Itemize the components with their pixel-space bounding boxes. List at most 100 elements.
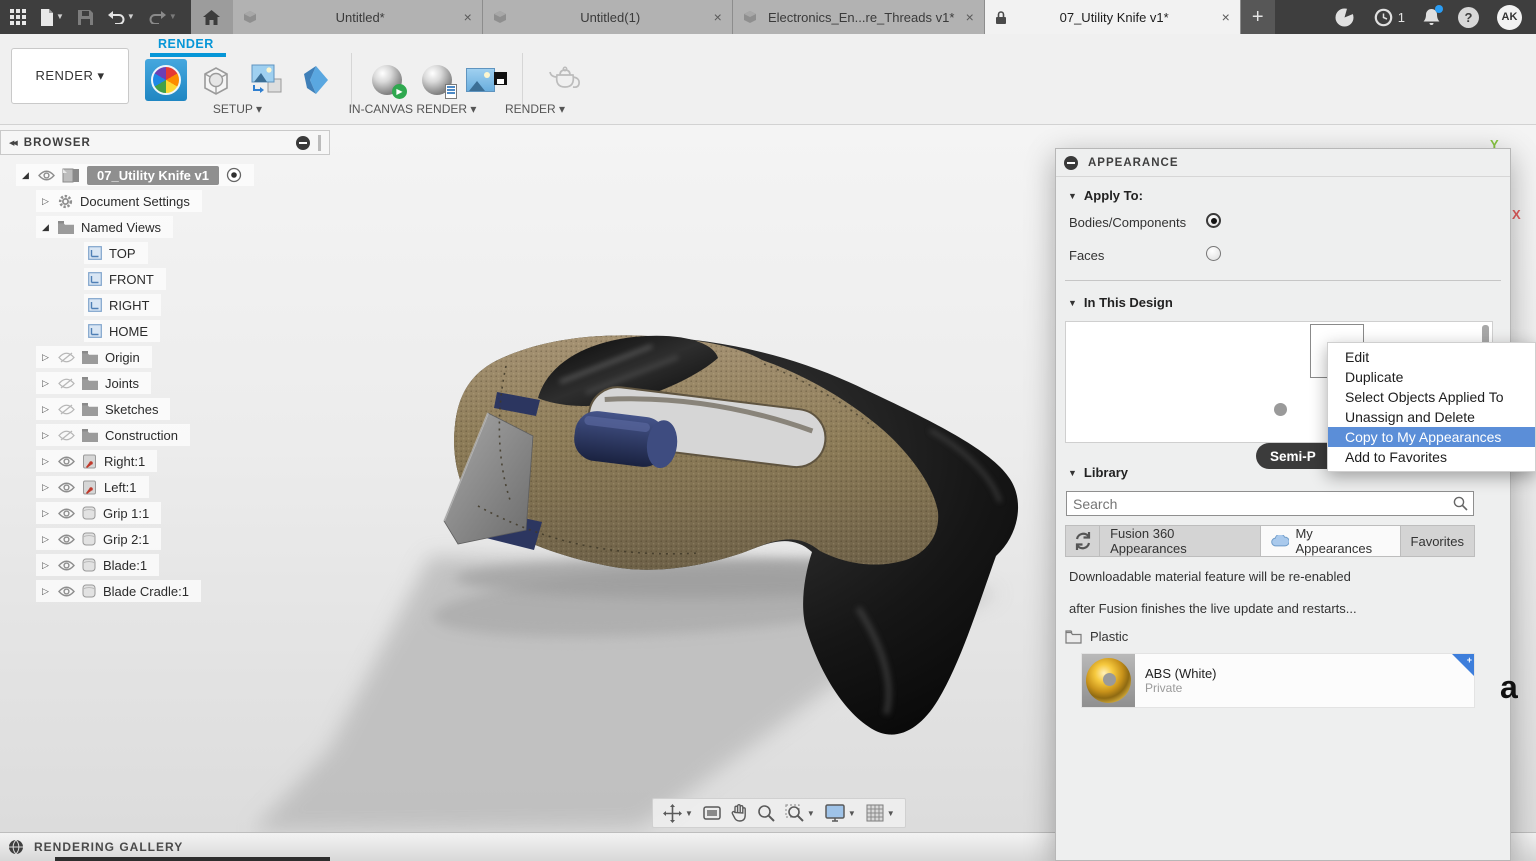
zoom-button[interactable]	[757, 804, 775, 822]
in-canvas-render-group-label[interactable]: IN-CANVAS RENDER ▾	[330, 102, 495, 116]
render-button-disabled[interactable]	[537, 59, 593, 101]
appearance-button[interactable]	[145, 59, 187, 101]
search-input[interactable]	[1067, 496, 1453, 512]
tree-row-origin[interactable]: ▷ Origin	[0, 344, 330, 370]
eye-off-icon[interactable]	[58, 404, 75, 415]
expand-icon[interactable]: ◢	[20, 170, 31, 181]
eye-off-icon[interactable]	[58, 352, 75, 363]
tree-row-view-front[interactable]: FRONT	[0, 266, 330, 292]
eye-off-icon[interactable]	[58, 378, 75, 389]
home-tab[interactable]	[191, 0, 233, 34]
avatar[interactable]: AK	[1497, 5, 1522, 30]
menu-item-unassign-and-delete[interactable]: Unassign and Delete	[1328, 407, 1535, 427]
tree-row-view-home[interactable]: HOME	[0, 318, 330, 344]
in-canvas-render-settings-button[interactable]	[416, 59, 458, 101]
pan-button[interactable]	[731, 804, 747, 822]
radio-faces[interactable]	[1206, 246, 1221, 261]
expand-icon[interactable]: ▷	[40, 560, 51, 571]
expand-icon[interactable]: ▷	[40, 352, 51, 363]
job-status-button[interactable]	[1334, 7, 1355, 28]
eye-icon[interactable]	[58, 586, 75, 597]
menu-item-edit[interactable]: Edit	[1328, 347, 1535, 367]
tree-row-blade-cradle[interactable]: ▷ Blade Cradle:1	[0, 578, 330, 604]
tree-row-right-component[interactable]: ▷ Right:1	[0, 448, 330, 474]
expand-icon[interactable]: ◢	[40, 222, 51, 233]
radio-bodies-components[interactable]	[1206, 213, 1221, 228]
menu-item-copy-to-my-appearances[interactable]: Copy to My Appearances	[1328, 427, 1535, 447]
tree-row-left-component[interactable]: ▷ Left:1	[0, 474, 330, 500]
save-button[interactable]	[78, 10, 93, 25]
tab-untitled[interactable]: Untitled* ×	[233, 0, 483, 34]
swatch-chrome-sphere[interactable]	[1069, 383, 1123, 437]
in-canvas-render-button[interactable]: ▶	[366, 59, 408, 101]
tree-row-grip1[interactable]: ▷ Grip 1:1	[0, 500, 330, 526]
tree-row-document-settings[interactable]: ▷ Document Settings	[0, 188, 330, 214]
swatch-cream-cloth[interactable]	[1130, 383, 1184, 437]
tree-row-construction[interactable]: ▷ Construction	[0, 422, 330, 448]
expand-icon[interactable]: ▷	[40, 456, 51, 467]
expand-icon[interactable]: ▷	[40, 378, 51, 389]
grid-layout-button[interactable]: ▼	[866, 804, 895, 822]
tree-row-root[interactable]: ◢ 07_Utility Knife v1	[0, 162, 330, 188]
material-abs-white[interactable]: ABS (White) Private +	[1081, 653, 1475, 708]
tree-row-named-views[interactable]: ◢ Named Views	[0, 214, 330, 240]
contextual-tab-label[interactable]: RENDER	[158, 37, 214, 51]
rendering-gallery-label[interactable]: RENDERING GALLERY	[34, 840, 183, 854]
file-menu-button[interactable]: ▼	[40, 9, 64, 26]
scene-settings-button[interactable]	[195, 59, 237, 101]
library-section-header[interactable]: ▼ Library	[1068, 465, 1128, 480]
app-launcher-button[interactable]	[10, 9, 26, 25]
swatch-white-cylinder[interactable]	[1191, 383, 1245, 437]
tree-row-grip2[interactable]: ▷ Grip 2:1	[0, 526, 330, 552]
refresh-button[interactable]	[1066, 526, 1099, 556]
eye-icon[interactable]	[58, 534, 75, 545]
close-icon[interactable]: ×	[464, 9, 472, 25]
search-icon[interactable]	[1453, 496, 1473, 511]
expand-icon[interactable]: ▷	[40, 586, 51, 597]
menu-item-add-to-favorites[interactable]: Add to Favorites	[1328, 447, 1535, 467]
swatch-black-torus[interactable]	[1252, 383, 1306, 437]
panel-minimize-icon[interactable]	[296, 136, 310, 150]
activate-radio-icon[interactable]	[226, 167, 242, 183]
orbit-button[interactable]: ▼	[663, 804, 693, 823]
eye-icon[interactable]	[38, 170, 55, 181]
decal-button[interactable]	[245, 59, 287, 101]
tree-row-sketches[interactable]: ▷ Sketches	[0, 396, 330, 422]
root-component-label[interactable]: 07_Utility Knife v1	[87, 166, 219, 185]
menu-item-select-objects-applied-to[interactable]: Select Objects Applied To	[1328, 387, 1535, 407]
expand-icon[interactable]: ▷	[40, 404, 51, 415]
close-icon[interactable]: ×	[714, 9, 722, 25]
display-settings-button[interactable]: ▼	[825, 804, 856, 822]
tab-electronics-threads[interactable]: Electronics_En...re_Threads v1* ×	[733, 0, 985, 34]
tree-row-view-right[interactable]: RIGHT	[0, 292, 330, 318]
panel-grip[interactable]	[318, 135, 321, 151]
look-at-button[interactable]	[703, 806, 721, 820]
notifications-button[interactable]: 1	[1373, 7, 1405, 28]
undo-button[interactable]: ▼	[107, 10, 135, 24]
setup-group-label[interactable]: SETUP ▾	[190, 102, 285, 116]
category-plastic[interactable]: Plastic	[1065, 629, 1128, 644]
collapse-panel-icon[interactable]: ◀◀	[9, 139, 16, 147]
utility-knife-model[interactable]	[230, 300, 1040, 832]
render-group-label[interactable]: RENDER ▾	[490, 102, 580, 116]
tree-row-blade[interactable]: ▷ Blade:1	[0, 552, 330, 578]
alerts-button[interactable]	[1423, 8, 1440, 27]
expand-icon[interactable]: ▷	[40, 196, 51, 207]
swatch-dark-cylinder[interactable]	[1188, 324, 1242, 378]
zoom-window-button[interactable]: ▼	[785, 804, 815, 822]
tree-row-joints[interactable]: ▷ Joints	[0, 370, 330, 396]
tab-untitled-1[interactable]: Untitled(1) ×	[483, 0, 733, 34]
apply-to-section-header[interactable]: ▼ Apply To:	[1068, 188, 1143, 203]
eye-icon[interactable]	[58, 482, 75, 493]
tree-row-view-top[interactable]: TOP	[0, 240, 330, 266]
tab-fusion-360-appearances[interactable]: Fusion 360 Appearances	[1099, 526, 1260, 556]
help-button[interactable]: ?	[1458, 7, 1479, 28]
eye-icon[interactable]	[58, 456, 75, 467]
expand-icon[interactable]: ▷	[40, 508, 51, 519]
redo-button[interactable]: ▼	[149, 10, 177, 24]
eye-icon[interactable]	[58, 508, 75, 519]
expand-icon[interactable]: ▷	[40, 482, 51, 493]
eye-off-icon[interactable]	[58, 430, 75, 441]
expand-icon[interactable]: ▷	[40, 430, 51, 441]
new-tab-button[interactable]: +	[1241, 0, 1275, 34]
